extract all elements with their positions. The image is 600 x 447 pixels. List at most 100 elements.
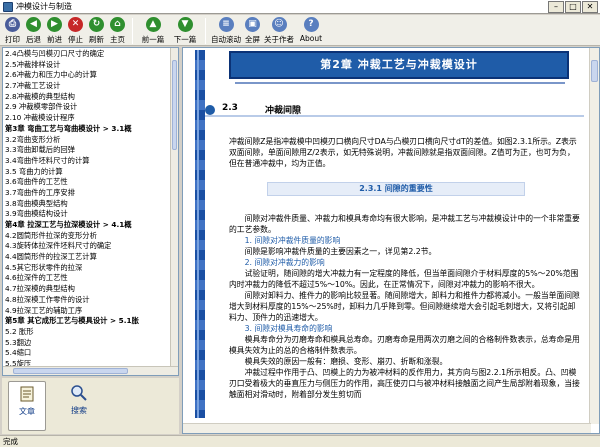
toc-item[interactable]: 4.8拉深模工作零件的设计 [5,295,171,306]
minimize-button[interactable]: – [548,0,564,13]
toolbar-button-1[interactable]: ◀ 后退 [23,15,44,46]
chapter-title: 第2章 冲裁工艺与冲裁模设计 [229,51,569,79]
body-paragraphs: 间隙对冲裁件质量、冲裁力和模具寿命均有很大影响，是冲裁工艺与冲裁模设计中的一个非… [229,213,582,400]
refresh-icon: ↻ [89,17,104,32]
toolbar-button-4[interactable]: ↻ 刷新 [86,15,107,46]
about-book-icon: ? [303,17,319,32]
subsection-title: 2.3.1 间隙的重要性 [267,182,525,196]
toc-item[interactable]: 2.7冲裁工艺设计 [5,81,171,92]
toolbar-button-label: 主页 [110,35,125,44]
paragraph: 试验证明，随间隙的增大冲裁力有一定程度的降低，但当单面间隙介于材料厚度的5%～2… [229,269,579,289]
toolbar-button-label: 停止 [68,35,83,44]
toolbar: ⎙ 打印 ◀ 后退 ▶ 前进 ✕ 停止 ↻ 刷新 ⌂ 主页 ▲ 前一篇 ▼ 下一篇 ≡ 自动滚动 ▣ 全屏 ☺ 关于作者?… [0,15,600,46]
paragraph: 冲裁过程中作用于凸、凹模上的力为被冲材料的反作用力，其方向与图2.2.1所示相反… [229,368,580,399]
sub-heading: 3. 间隙对模具寿命的影响 [229,324,333,333]
toc-item[interactable]: 3.6弯曲件的工艺性 [5,177,171,188]
status-bar: 完成 [0,435,600,447]
toc-panel: 2.4凸模与凹模刃口尺寸的确定 2.5冲裁排样设计 2.6冲裁力和压力中心的计算 2.… [2,47,179,376]
toolbar-button-label: 打印 [5,35,20,44]
paragraph: 模具失效的原因一般有：磨损、变形、崩刃、折断和涨裂。 [229,357,448,366]
toc-horizontal-scrollbar[interactable] [3,366,178,375]
toolbar-button-label: 关于作者 [264,35,294,44]
content-vertical-scrollbar[interactable] [589,48,599,424]
toc-item[interactable]: 3.5 弯曲力的计算 [5,167,171,178]
toolbar-button-label: 后退 [26,35,41,44]
decorative-side-bar [195,50,205,418]
toolbar-button-2[interactable]: ▶ 前进 [44,15,65,46]
toc-item[interactable]: 3.7弯曲件的工序安排 [5,188,171,199]
section-title: 冲裁间隙 [265,106,302,116]
paragraph: 间隙对卸料力、推件力的影响比较显著。随间隙增大，卸料力和推件力都将减小。一般当单… [229,291,580,322]
section-number: 2.3 [222,103,238,113]
toc-item[interactable]: 5.4缩口 [5,348,171,359]
toc-item[interactable]: 3.4弯曲件坯料尺寸的计算 [5,156,171,167]
toc-item[interactable]: 3.9弯曲模结构设计 [5,209,171,220]
toc-item[interactable]: 4.9拉深工艺的辅助工序 [5,306,171,317]
paragraph: 间隙是影响冲裁件质量的主要因素之一，详见第2.2节。 [229,247,437,256]
toc-item[interactable]: 3.8弯曲模典型结构 [5,199,171,210]
toolbar-button-6[interactable]: ▲ 前一篇 [137,15,169,46]
toc-item[interactable]: 4.2圆筒形件拉深的变形分析 [5,231,171,242]
toc-vertical-scrollbar[interactable] [170,48,178,367]
toolbar-separator [205,18,206,44]
section-bullet-icon [205,105,215,115]
back-arrow-icon: ◀ [26,17,41,32]
toolbar-button-9[interactable]: ▣ 全屏 [242,15,263,46]
stop-icon: ✕ [68,17,83,32]
toc-item[interactable]: 2.8冲裁模的典型结构 [5,92,171,103]
intro-paragraph: 冲裁间隙Z是指冲裁模中凹模刃口横向尺寸DA与凸模刃口横向尺寸dT的差值。如图2.… [229,137,577,168]
toolbar-button-0[interactable]: ⎙ 打印 [2,15,23,46]
toc-item[interactable]: 5.3翻边 [5,338,171,349]
toolbar-button-8[interactable]: ≡ 自动滚动 [210,15,242,46]
toc-list: 2.4凸模与凹模刃口尺寸的确定 2.5冲裁排样设计 2.6冲裁力和压力中心的计算 2.… [5,49,171,375]
search-icon [69,383,89,403]
close-button[interactable]: ✕ [582,0,598,13]
toolbar-button-label: 刷新 [89,35,104,44]
prev-article-icon: ▲ [145,17,161,32]
auto-scroll-icon: ≡ [218,17,234,32]
toc-item[interactable]: 4.5其它形状零件的拉深 [5,263,171,274]
toolbar-button-11[interactable]: ? About [295,15,327,46]
tab-article[interactable]: 文章 [8,381,46,431]
toc-item[interactable]: 4.7拉深模的典型结构 [5,284,171,295]
title-bar: 冲模设计与制造 – □ ✕ [0,0,600,14]
toolbar-separator [132,18,133,44]
toolbar-button-5[interactable]: ⌂ 主页 [107,15,128,46]
toolbar-button-label: 全屏 [245,35,260,44]
content-horizontal-scrollbar[interactable] [183,423,591,433]
tab-search[interactable]: 搜索 [60,381,98,431]
toolbar-button-3[interactable]: ✕ 停止 [65,15,86,46]
article-icon [17,384,37,404]
toc-item[interactable]: 第3章 弯曲工艺与弯曲模设计 > 3.1概 [5,124,171,135]
toolbar-button-label: 前一篇 [141,35,165,44]
toc-item[interactable]: 3.3弯曲卸载后的回弹 [5,145,171,156]
toolbar-button-10[interactable]: ☺ 关于作者 [263,15,295,46]
sub-heading: 1. 间隙对冲裁件质量的影响 [229,236,341,245]
window-title: 冲模设计与制造 [16,2,72,11]
toc-item[interactable]: 4.4圆筒形件的拉深工艺计算 [5,252,171,263]
printer-icon: ⎙ [5,17,20,32]
paragraph: 模具寿命分为刃磨寿命和模具总寿命。刃磨寿命是用两次刃磨之间的合格制件数表示，总寿… [229,335,580,355]
paragraph: 间隙对冲裁件质量、冲裁力和模具寿命均有很大影响，是冲裁工艺与冲裁模设计中的一个非… [229,214,580,234]
toolbar-button-label: 下一篇 [173,35,197,44]
toolbar-button-7[interactable]: ▼ 下一篇 [169,15,201,46]
toc-item[interactable]: 5.2 胀形 [5,327,171,338]
toc-item[interactable]: 2.6冲裁力和压力中心的计算 [5,70,171,81]
banner-underline [235,82,565,84]
toolbar-button-label: 自动滚动 [211,35,241,44]
toc-item[interactable]: 4.6拉深件的工艺性 [5,273,171,284]
toc-item[interactable]: 第4章 拉深工艺与拉深模设计 > 4.1概 [5,220,171,231]
sub-heading: 2. 间隙对冲裁力的影响 [229,258,325,267]
toolbar-button-label: About [299,34,323,43]
maximize-button[interactable]: □ [565,0,581,13]
toc-item[interactable]: 2.9 冲裁模零部件设计 [5,102,171,113]
toc-item[interactable]: 2.10 冲裁模设计程序 [5,113,171,124]
forward-arrow-icon: ▶ [47,17,62,32]
next-article-icon: ▼ [177,17,193,32]
toc-item[interactable]: 2.5冲裁排样设计 [5,60,171,71]
toc-item[interactable]: 第5章 其它成形工艺与模具设计 > 5.1胀 [5,316,171,327]
toc-item[interactable]: 2.4凸模与凹模刃口尺寸的确定 [5,49,171,60]
toc-item[interactable]: 4.3旋转体拉深件坯料尺寸的确定 [5,241,171,252]
section-header: 2.3 冲裁间隙 [205,103,584,117]
toc-item[interactable]: 3.2弯曲变形分析 [5,135,171,146]
